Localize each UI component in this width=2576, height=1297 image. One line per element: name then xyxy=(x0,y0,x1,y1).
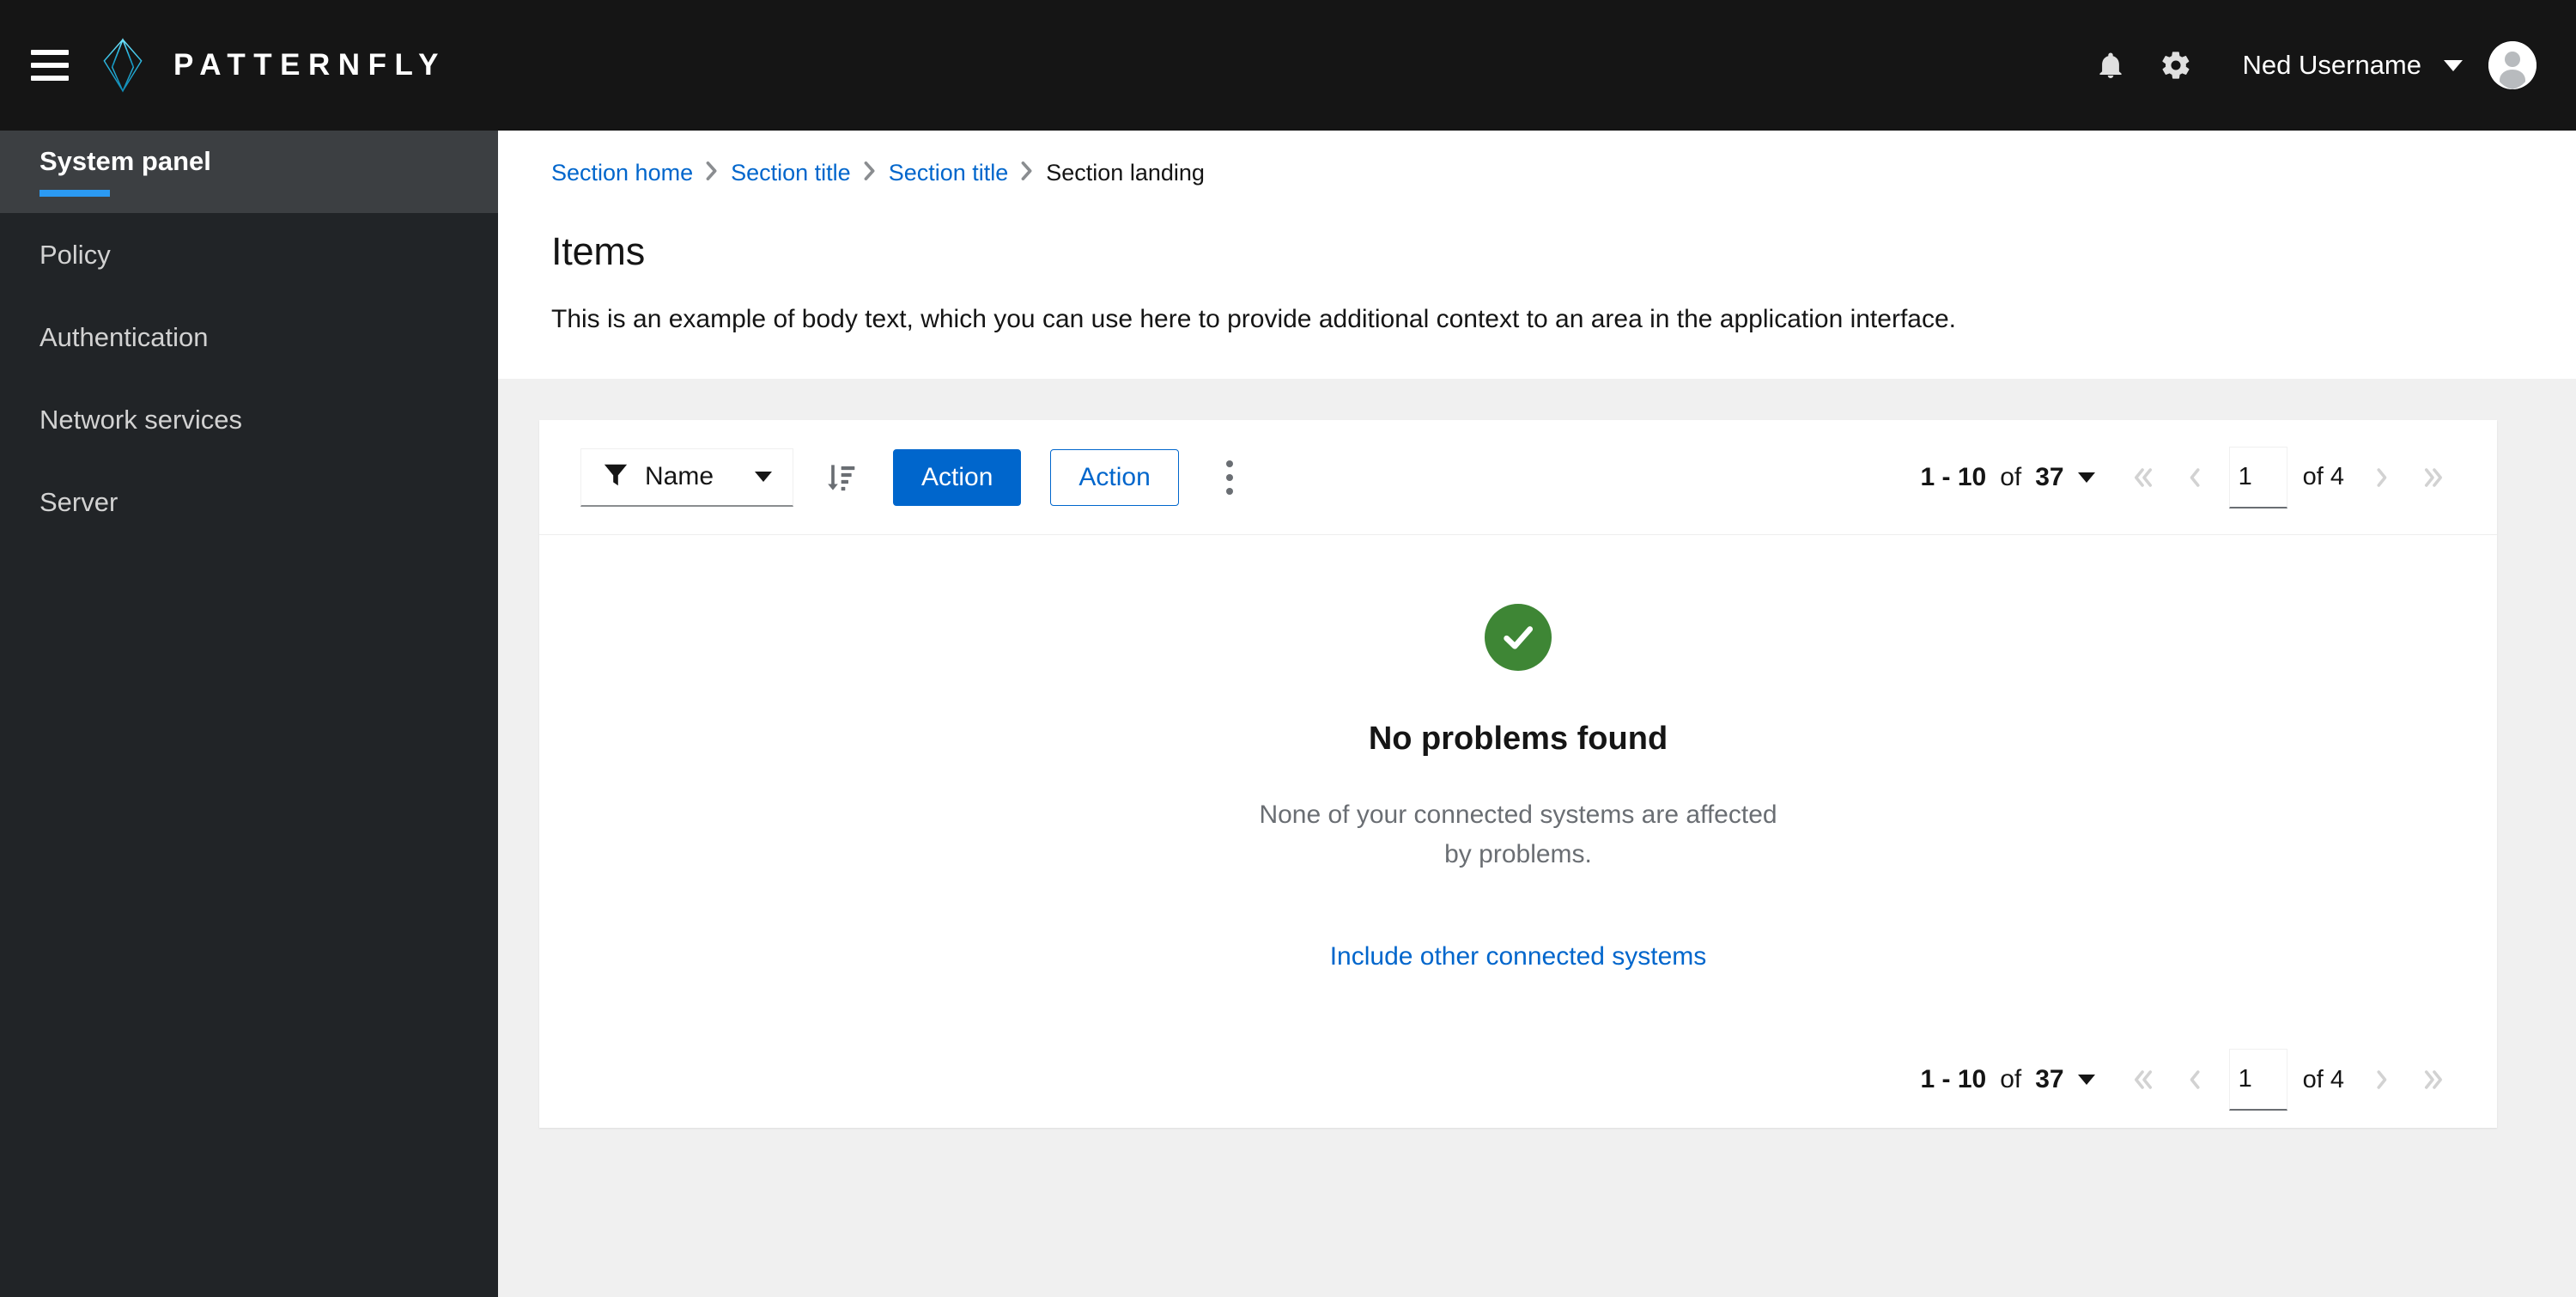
pagination-range-toggle[interactable]: 1 - 10 of 37 xyxy=(1921,463,2095,492)
masthead-toolbar: Ned Username xyxy=(2078,33,2537,98)
chevron-down-icon xyxy=(2077,472,2095,483)
body-row: System panel Policy Authentication Netwo… xyxy=(0,131,2576,1297)
pagination-total: 37 xyxy=(2035,1065,2064,1094)
hamburger-bar xyxy=(31,76,69,81)
empty-state-body-line1: None of your connected systems are affec… xyxy=(1259,801,1777,829)
sidebar-item-label: Policy xyxy=(39,239,111,270)
card-wrapper: Name Action Action 1 - 10 of 37 1 of 4 N… xyxy=(498,379,2576,1297)
breadcrumb-separator-icon xyxy=(863,161,877,185)
hamburger-bar xyxy=(31,63,69,68)
empty-state: No problems found None of your connected… xyxy=(539,535,2497,1032)
empty-state-body: None of your connected systems are affec… xyxy=(1259,795,1777,874)
breadcrumb-separator-icon xyxy=(705,161,719,185)
include-other-systems-link[interactable]: Include other connected systems xyxy=(1330,942,1707,971)
pagination-total-pages-label: of 4 xyxy=(2302,463,2344,490)
chevron-down-icon xyxy=(2077,1075,2095,1086)
brand-name: PATTERNFLY xyxy=(173,48,447,82)
primary-action-button[interactable]: Action xyxy=(893,448,1022,506)
last-page-button[interactable] xyxy=(2408,1052,2459,1107)
sidebar-item-authentication[interactable]: Authentication xyxy=(0,295,498,378)
main-content: Section home Section title Section title… xyxy=(498,131,2576,1297)
page-title: Items xyxy=(551,229,646,273)
bell-icon[interactable] xyxy=(2078,33,2143,98)
brand[interactable]: PATTERNFLY xyxy=(94,37,447,94)
sidebar-navigation: System panel Policy Authentication Netwo… xyxy=(0,131,498,1297)
check-circle-icon xyxy=(1485,604,1552,671)
breadcrumb-separator-icon xyxy=(1020,161,1034,185)
page-header: Section home Section title Section title… xyxy=(498,131,2576,379)
pagination-range: 1 - 10 xyxy=(1920,1065,1987,1094)
kebab-dot xyxy=(1225,473,1233,481)
filter-select-label: Name xyxy=(645,462,714,490)
pagination-of-word: of xyxy=(2000,462,2022,491)
next-page-button[interactable] xyxy=(2356,450,2408,505)
masthead: PATTERNFLY Ned Username xyxy=(0,0,2576,131)
last-page-button[interactable] xyxy=(2408,450,2459,505)
pagination-of-word: of xyxy=(2000,1065,2022,1094)
breadcrumb-item-section-title-1[interactable]: Section title xyxy=(731,161,851,185)
page-number-input[interactable] xyxy=(2228,446,2287,508)
pagination-bottom: 1 - 10 of 37 1 of 4 xyxy=(1921,1049,2460,1111)
pagination-top: 1 - 10 of 37 1 of 4 xyxy=(1921,446,2460,508)
previous-page-button[interactable] xyxy=(2169,450,2221,505)
avatar[interactable] xyxy=(2488,41,2537,89)
sidebar-item-label: Authentication xyxy=(39,321,209,352)
kebab-dot xyxy=(1225,460,1233,467)
sidebar-item-label: Network services xyxy=(39,404,242,435)
first-page-button[interactable] xyxy=(2117,1052,2169,1107)
pagination-total: 37 xyxy=(2035,462,2064,491)
page-number-input[interactable] xyxy=(2228,1049,2287,1111)
breadcrumb: Section home Section title Section title… xyxy=(551,161,2523,185)
user-menu[interactable]: Ned Username xyxy=(2243,50,2463,81)
application-root: PATTERNFLY Ned Username System panel Pol… xyxy=(0,0,2576,1297)
patternfly-logo-icon xyxy=(94,37,151,94)
breadcrumb-item-section-home[interactable]: Section home xyxy=(551,161,693,185)
empty-state-title: No problems found xyxy=(1368,721,1668,757)
hamburger-bar xyxy=(31,50,69,55)
pagination-nav: of 4 xyxy=(2117,1049,2459,1111)
sidebar-item-policy[interactable]: Policy xyxy=(0,213,498,295)
page-description: This is an example of body text, which y… xyxy=(551,305,1956,333)
kebab-dot xyxy=(1225,487,1233,495)
pagination-nav: of 4 xyxy=(2117,446,2459,508)
gear-icon[interactable] xyxy=(2143,33,2208,98)
previous-page-button[interactable] xyxy=(2169,1052,2221,1107)
first-page-button[interactable] xyxy=(2117,450,2169,505)
secondary-action-button[interactable]: Action xyxy=(1050,448,1179,506)
breadcrumb-item-section-title-2[interactable]: Section title xyxy=(889,161,1009,185)
chevron-down-icon xyxy=(2444,59,2463,71)
filter-select[interactable]: Name xyxy=(580,448,793,507)
chevron-down-icon xyxy=(755,472,772,482)
next-page-button[interactable] xyxy=(2356,1052,2408,1107)
user-name-label: Ned Username xyxy=(2242,50,2421,80)
sort-amount-down-icon[interactable] xyxy=(812,449,869,506)
hamburger-menu-icon[interactable] xyxy=(31,43,76,88)
toolbar: Name Action Action 1 - 10 of 37 1 of 4 xyxy=(539,420,2497,535)
empty-state-body-line2: by problems. xyxy=(1444,839,1592,868)
sidebar-item-server[interactable]: Server xyxy=(0,460,498,543)
sidebar-item-network-services[interactable]: Network services xyxy=(0,378,498,460)
kebab-vertical-icon[interactable] xyxy=(1203,449,1256,506)
active-indicator xyxy=(39,189,110,197)
pagination-range-toggle[interactable]: 1 - 10 of 37 xyxy=(1921,1065,2095,1094)
content-card: Name Action Action 1 - 10 of 37 1 of 4 N… xyxy=(539,420,2497,1129)
pagination-bottom-wrapper: 1 - 10 of 37 1 of 4 xyxy=(539,1032,2497,1128)
breadcrumb-item-current: Section landing xyxy=(1046,160,1205,186)
sidebar-item-label: System panel xyxy=(39,145,211,176)
sidebar-item-label: Server xyxy=(39,486,118,517)
pagination-range: 1 - 10 xyxy=(1920,462,1987,491)
filter-funnel-icon xyxy=(604,463,628,491)
pagination-total-pages-label: of 4 xyxy=(2302,1065,2344,1093)
sidebar-item-system-panel[interactable]: System panel xyxy=(0,131,498,213)
